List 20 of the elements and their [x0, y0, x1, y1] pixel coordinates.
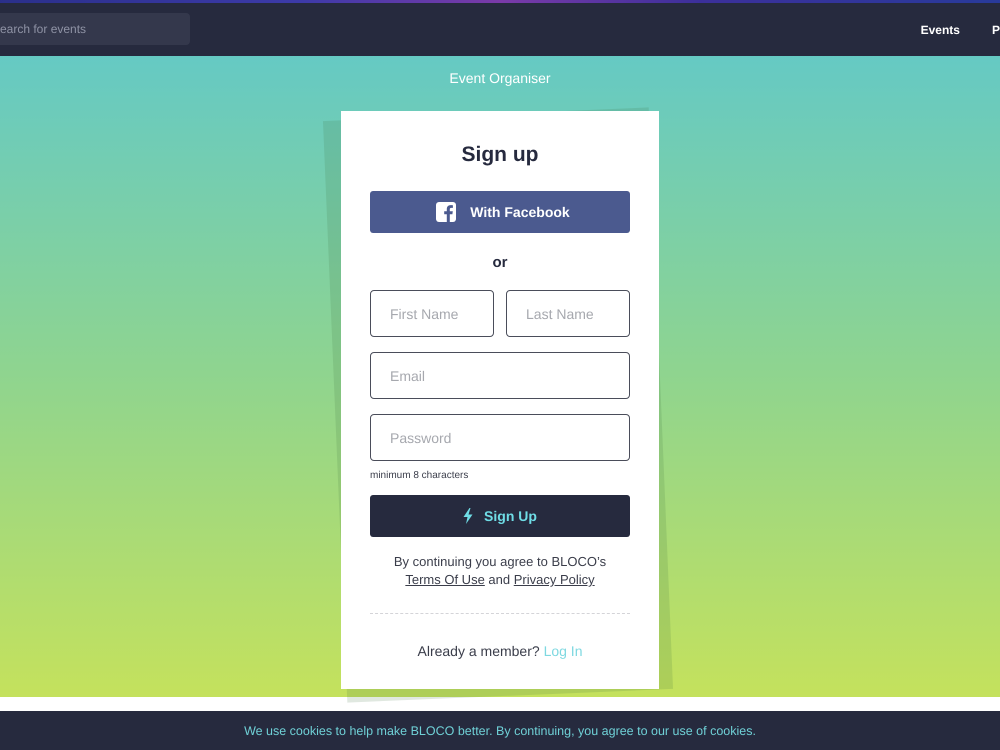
facebook-button[interactable]: With Facebook: [370, 191, 630, 233]
cookie-notice-text: We use cookies to help make BLOCO better. By continuing, you agree to our use of cookies.: [244, 724, 756, 738]
privacy-policy-link[interactable]: Privacy Policy: [514, 572, 595, 587]
search-field[interactable]: earch for events: [0, 13, 190, 45]
email-field[interactable]: Email: [370, 352, 630, 399]
facebook-icon: [436, 202, 456, 222]
terms-text: By continuing you agree to BLOCO’s Terms Of Use and Privacy Policy: [392, 553, 608, 589]
page-subtitle: Event Organiser: [449, 69, 551, 87]
password-hint: minimum 8 characters: [370, 470, 468, 482]
nav-link[interactable]: Events: [920, 22, 960, 36]
terms-of-use-link[interactable]: Terms Of Use: [405, 572, 485, 587]
login-prompt: Already a member? Log In: [416, 642, 584, 660]
signup-button[interactable]: Sign Up: [370, 495, 630, 537]
last-name-field[interactable]: Last Name: [506, 290, 630, 337]
nav-link[interactable]: P: [992, 22, 1000, 36]
signup-title: Sign up: [460, 143, 540, 167]
or-divider-text: or: [492, 254, 508, 272]
first-name-field[interactable]: First Name: [370, 290, 494, 337]
password-field[interactable]: Password: [370, 414, 630, 461]
lightning-icon: [463, 508, 474, 524]
